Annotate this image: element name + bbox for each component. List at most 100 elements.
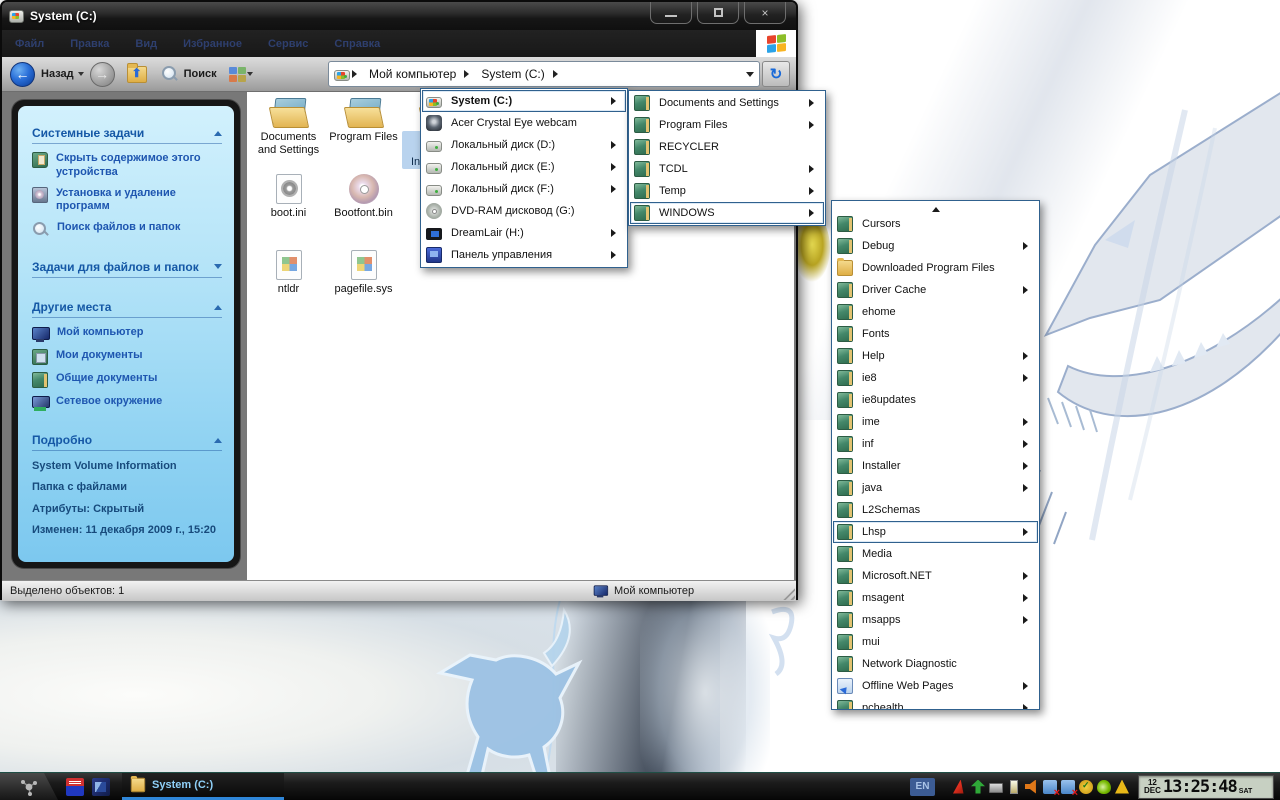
menu-item-pchealth[interactable]: pchealth (833, 697, 1038, 710)
menu-item-downloaded-program-files[interactable]: Downloaded Program Files (833, 257, 1038, 279)
menu-item-cursors[interactable]: Cursors (833, 213, 1038, 235)
menu-item-msagent[interactable]: msagent (833, 587, 1038, 609)
back-dropdown-icon[interactable] (78, 72, 84, 79)
close-button[interactable]: × (744, 2, 786, 24)
menu-item-documents-and-settings[interactable]: Documents and Settings (630, 92, 824, 114)
menu-item-network-diagnostic[interactable]: Network Diagnostic (833, 653, 1038, 675)
menu-item-label: DVD-RAM дисковод (G:) (451, 205, 575, 217)
breadcrumb-system-c[interactable]: System (C:) (475, 67, 550, 81)
menu-item-tcdl[interactable]: TCDL (630, 158, 824, 180)
back-button[interactable]: ← (10, 62, 35, 87)
minimize-button[interactable] (650, 2, 692, 24)
sidebar-item-сетевое-окружение[interactable]: Сетевое окружение (32, 395, 222, 411)
menu-item-lhsp[interactable]: Lhsp (833, 521, 1038, 543)
signal-antenna-icon[interactable] (953, 780, 967, 794)
menu-item-mui[interactable]: mui (833, 631, 1038, 653)
chevron-up-icon[interactable] (214, 301, 222, 310)
taskbar-clock[interactable]: 12 DEC 13:25:48 SAT (1138, 775, 1274, 799)
menu-item-acer-crystal-eye-webcam[interactable]: Acer Crystal Eye webcam (422, 112, 626, 134)
sidebar-item-мой-компьютер[interactable]: Мой компьютер (32, 326, 222, 342)
sidebar-header-подробно[interactable]: Подробно (32, 433, 222, 451)
forward-button[interactable]: → (90, 62, 115, 87)
sidebar-item-общие-документы[interactable]: Общие документы (32, 372, 222, 388)
photo-app-icon[interactable] (92, 778, 110, 796)
menubar-item-справка[interactable]: Справка (321, 38, 393, 50)
sidebar-item-установка-и-удаление-программ[interactable]: Установка и удаление программ (32, 187, 222, 215)
up-one-level-button[interactable] (127, 66, 147, 83)
menubar-item-файл[interactable]: Файл (2, 38, 57, 50)
menu-item-java[interactable]: java (833, 477, 1038, 499)
menu-item-offline-web-pages[interactable]: Offline Web Pages (833, 675, 1038, 697)
file-item-boot-ini[interactable]: boot.ini (251, 174, 326, 250)
usb-eject-icon[interactable] (971, 780, 985, 794)
menu-item-dreamlair-h[interactable]: DreamLair (H:) (422, 222, 626, 244)
sidebar-item-скрыть-содержимое-этого-устройства[interactable]: Скрыть содержимое этого устройства (32, 152, 222, 180)
update-shield-icon[interactable] (1079, 780, 1093, 794)
menubar-item-избранное[interactable]: Избранное (170, 38, 255, 50)
menu-item-локальный-диск-f[interactable]: Локальный диск (F:) (422, 178, 626, 200)
menu-item-ie8[interactable]: ie8 (833, 367, 1038, 389)
menu-item-installer[interactable]: Installer (833, 455, 1038, 477)
file-item-documents-and-settings[interactable]: Documents and Settings (251, 98, 326, 174)
menubar-item-сервис[interactable]: Сервис (255, 38, 321, 50)
menu-item-fonts[interactable]: Fonts (833, 323, 1038, 345)
file-item-bootfont-bin[interactable]: Bootfont.bin (326, 174, 401, 250)
menu-item-ime[interactable]: ime (833, 411, 1038, 433)
menu-item-локальный-диск-d[interactable]: Локальный диск (D:) (422, 134, 626, 156)
search-icon[interactable] (161, 65, 179, 83)
menu-item-ehome[interactable]: ehome (833, 301, 1038, 323)
nvidia-icon[interactable] (1097, 780, 1111, 794)
sidebar-item-мои-документы[interactable]: Мои документы (32, 349, 222, 365)
maximize-button[interactable] (697, 2, 739, 24)
views-dropdown-icon[interactable] (247, 72, 253, 79)
menu-item-program-files[interactable]: Program Files (630, 114, 824, 136)
menu-item-dvd-ram-дисковод-g[interactable]: DVD-RAM дисковод (G:) (422, 200, 626, 222)
sidebar-header-системные-задачи[interactable]: Системные задачи (32, 126, 222, 144)
breadcrumb-мой-компьютер[interactable]: Мой компьютер (363, 67, 462, 81)
network-disconnected-icon[interactable] (1061, 780, 1075, 794)
chevron-up-icon[interactable] (214, 127, 222, 136)
sidebar-header-другие-места[interactable]: Другие места (32, 300, 222, 318)
graphics-warning-icon[interactable] (1115, 780, 1129, 794)
menu-item-ie8updates[interactable]: ie8updates (833, 389, 1038, 411)
display-icon[interactable] (989, 783, 1003, 793)
menubar-item-правка[interactable]: Правка (57, 38, 122, 50)
views-button[interactable] (229, 67, 246, 82)
menu-item-msapps[interactable]: msapps (833, 609, 1038, 631)
taskbar-task-button[interactable]: System (C:) (122, 773, 284, 800)
menu-item-system-c[interactable]: System (C:) (422, 90, 626, 112)
floppy-icon[interactable] (66, 778, 84, 796)
menubar-item-вид[interactable]: Вид (122, 38, 170, 50)
chevron-up-icon[interactable] (214, 434, 222, 443)
menu-item-панель-управления[interactable]: Панель управления (422, 244, 626, 266)
file-item-program-files[interactable]: Program Files (326, 98, 401, 174)
file-item-pagefile-sys[interactable]: pagefile.sys (326, 250, 401, 326)
menu-item-driver-cache[interactable]: Driver Cache (833, 279, 1038, 301)
language-indicator[interactable]: EN (910, 778, 935, 796)
title-bar[interactable]: System (C:) × (2, 2, 796, 30)
start-button[interactable] (0, 773, 58, 800)
sidebar-item-поиск-файлов-и-папок[interactable]: Поиск файлов и папок (32, 221, 222, 238)
battery-icon[interactable] (1010, 780, 1018, 794)
address-bar[interactable]: Мой компьютер System (C:) (328, 61, 760, 87)
menu-item-inf[interactable]: inf (833, 433, 1038, 455)
sidebar-header-задачи-для-файлов-и-папок[interactable]: Задачи для файлов и папок (32, 260, 222, 278)
menu-item-debug[interactable]: Debug (833, 235, 1038, 257)
menu-scroll-up[interactable] (833, 202, 1038, 213)
file-item-ntldr[interactable]: ntldr (251, 250, 326, 326)
menu-item-help[interactable]: Help (833, 345, 1038, 367)
network-offline-icon[interactable] (1043, 780, 1057, 794)
menu-item-recycler[interactable]: RECYCLER (630, 136, 824, 158)
resize-grip[interactable] (782, 587, 795, 600)
menu-item-локальный-диск-e[interactable]: Локальный диск (E:) (422, 156, 626, 178)
address-dropdown-icon[interactable] (746, 72, 754, 81)
volume-icon[interactable] (1025, 780, 1039, 794)
chevron-down-icon[interactable] (214, 264, 222, 273)
refresh-button[interactable]: ↻ (762, 61, 790, 87)
folder-icon (634, 139, 650, 155)
menu-item-microsoft-net[interactable]: Microsoft.NET (833, 565, 1038, 587)
menu-item-temp[interactable]: Temp (630, 180, 824, 202)
menu-item-l2schemas[interactable]: L2Schemas (833, 499, 1038, 521)
menu-item-windows[interactable]: WINDOWS (630, 202, 824, 224)
menu-item-media[interactable]: Media (833, 543, 1038, 565)
